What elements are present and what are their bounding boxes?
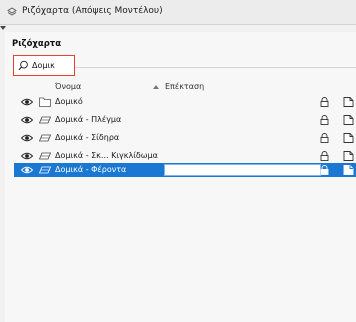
layer-icon xyxy=(39,134,51,142)
column-header-name[interactable]: Όνομα xyxy=(55,82,81,91)
layer-name: Δομικά - Σκ... Κιγκλίδωμα xyxy=(55,151,158,160)
dock-arrow-icon[interactable] xyxy=(0,26,6,30)
extension-field[interactable] xyxy=(164,164,321,176)
layer-icon xyxy=(39,152,51,160)
lock-icon[interactable] xyxy=(320,115,329,125)
layer-name: Δομικά - Πλέγμα xyxy=(55,115,122,124)
layer-row-selected[interactable]: Δομικά - Φέροντα xyxy=(14,163,356,177)
eye-icon[interactable] xyxy=(21,166,33,174)
sort-ascending-icon[interactable] xyxy=(153,85,159,89)
layer-icon xyxy=(39,116,51,124)
lock-icon[interactable] xyxy=(320,97,329,107)
page-icon[interactable] xyxy=(343,165,354,175)
page-icon[interactable] xyxy=(343,133,354,143)
layer-row[interactable]: Δομικά - Σίδηρα xyxy=(14,131,356,145)
search-input[interactable] xyxy=(32,58,72,72)
layer-icon xyxy=(39,166,51,174)
eye-icon[interactable] xyxy=(21,98,33,106)
page-icon[interactable] xyxy=(343,115,354,125)
column-header-extension[interactable]: Επέκταση xyxy=(165,82,204,91)
layer-row[interactable]: Δομικά - Πλέγμα xyxy=(14,113,356,127)
search-box[interactable] xyxy=(13,55,75,76)
search-underline xyxy=(75,67,356,68)
eye-icon[interactable] xyxy=(21,116,33,124)
lock-icon[interactable] xyxy=(320,151,329,161)
panel-title: Ριζόχαρτα xyxy=(12,39,62,49)
page-icon[interactable] xyxy=(343,97,354,107)
page-icon[interactable] xyxy=(343,151,354,161)
layers-icon xyxy=(7,7,17,16)
folder-icon xyxy=(39,97,51,107)
lock-icon[interactable] xyxy=(320,133,329,143)
layer-name: Δομικά - Σίδηρα xyxy=(55,133,120,142)
lock-icon[interactable] xyxy=(320,165,329,175)
eye-icon[interactable] xyxy=(21,152,33,160)
layer-name: Δομικά - Φέροντα xyxy=(55,165,127,174)
layer-row[interactable]: Δομικό xyxy=(14,95,356,109)
eye-icon[interactable] xyxy=(21,134,33,142)
title-bar: Ριζόχαρτα (Απόψεις Μοντέλου) xyxy=(0,0,356,25)
search-icon xyxy=(18,60,28,71)
window-title: Ριζόχαρτα (Απόψεις Μοντέλου) xyxy=(22,6,163,16)
layer-row[interactable]: Δομικά - Σκ... Κιγκλίδωμα xyxy=(14,149,356,163)
layer-name: Δομικό xyxy=(55,97,83,106)
